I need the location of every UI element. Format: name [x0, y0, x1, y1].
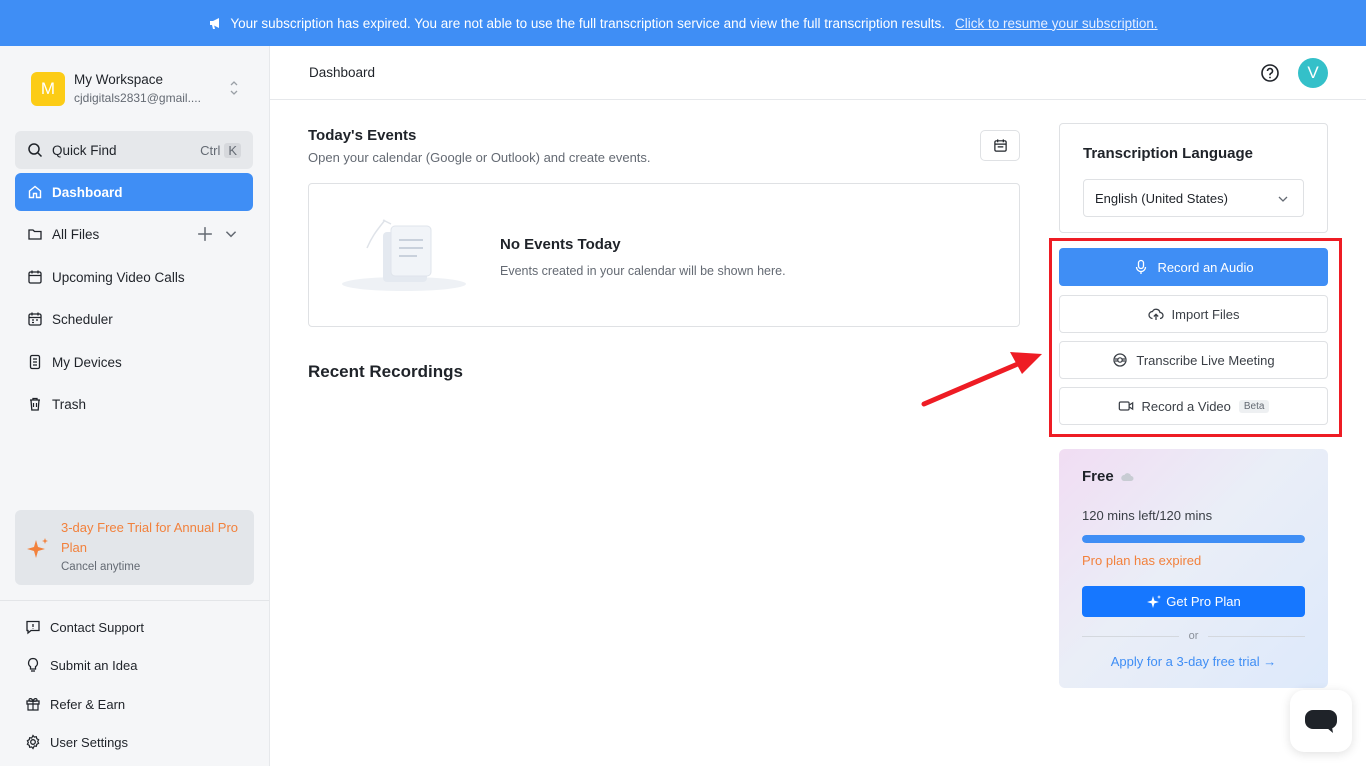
cloud-icon: [1120, 472, 1134, 481]
sparkle-icon: [1147, 594, 1162, 608]
sidebar-item-contact-support[interactable]: Contact Support: [25, 614, 144, 640]
sidebar-item-label: Upcoming Video Calls: [52, 269, 185, 285]
search-icon: [28, 143, 43, 158]
sidebar-item-dashboard[interactable]: Dashboard: [15, 173, 253, 211]
subscription-banner: Your subscription has expired. You are n…: [0, 0, 1366, 46]
banner-message: Your subscription has expired. You are n…: [230, 15, 946, 31]
trash-icon: [30, 397, 40, 411]
sparkle-icon: [27, 538, 48, 558]
no-events-subtitle: Events created in your calendar will be …: [500, 264, 786, 278]
chevron-down-icon[interactable]: [223, 226, 239, 242]
scheduler-icon: [28, 312, 42, 326]
workspace-name: My Workspace: [74, 72, 164, 87]
sidebar-item-label: Dashboard: [52, 184, 123, 200]
sidebar-item-label: Scheduler: [52, 311, 113, 327]
sidebar-item-scheduler[interactable]: Scheduler: [15, 300, 253, 338]
minutes-remaining: 120 mins left/120 mins: [1082, 508, 1213, 523]
plan-expired-text: Pro plan has expired: [1082, 553, 1202, 568]
empty-events-illustration: [342, 219, 466, 291]
chevron-down-icon: [1278, 196, 1288, 202]
user-avatar[interactable]: V: [1298, 58, 1328, 88]
transcription-language-card: Transcription Language English (United S…: [1059, 123, 1328, 233]
annotation-highlight-box: [1049, 238, 1342, 437]
sidebar-item-label: My Devices: [52, 354, 122, 370]
lightbulb-icon: [27, 657, 39, 672]
sidebar-item-trash[interactable]: Trash: [15, 385, 253, 423]
events-title: Today's Events: [308, 127, 417, 144]
support-icon: [26, 620, 40, 635]
calendar-icon: [993, 139, 1007, 152]
sidebar-item-my-devices[interactable]: My Devices: [15, 343, 253, 381]
chat-icon: [1305, 710, 1337, 733]
shortcut-ctrl: Ctrl: [200, 142, 221, 158]
get-pro-plan-label: Get Pro Plan: [1166, 594, 1241, 609]
megaphone-icon: [210, 18, 220, 29]
arrow-right-icon: →: [1263, 654, 1277, 669]
settings-icon: [26, 734, 40, 750]
open-calendar-button[interactable]: [980, 130, 1020, 161]
events-panel: No Events Today Events created in your c…: [308, 183, 1020, 327]
sidebar-item-label: Contact Support: [50, 619, 144, 635]
language-selected: English (United States): [1095, 190, 1228, 206]
free-trial-promo[interactable]: 3-day Free Trial for Annual Pro Plan Can…: [15, 510, 254, 585]
plus-icon[interactable]: [197, 226, 213, 242]
sidebar-item-refer-earn[interactable]: Refer & Earn: [25, 691, 125, 717]
gift-icon: [26, 698, 40, 711]
page-title: Dashboard: [309, 65, 376, 80]
quick-find-label: Quick Find: [52, 142, 117, 158]
sidebar-item-label: Submit an Idea: [50, 657, 138, 673]
minutes-progress-fill: [1082, 535, 1305, 543]
top-header: Dashboard V: [270, 46, 1366, 100]
language-select[interactable]: English (United States): [1083, 179, 1304, 217]
trial-subtitle: Cancel anytime: [61, 561, 141, 573]
language-title: Transcription Language: [1083, 145, 1254, 162]
no-events-title: No Events Today: [500, 236, 621, 253]
workspace-email: cjdigitals2831@gmail....: [74, 91, 201, 105]
events-subtitle: Open your calendar (Google or Outlook) a…: [308, 150, 651, 165]
sidebar-item-label: Refer & Earn: [50, 696, 126, 712]
or-label: or: [1188, 630, 1199, 642]
calendar-icon: [28, 270, 42, 284]
folder-icon: [28, 229, 42, 240]
sidebar-item-submit-idea[interactable]: Submit an Idea: [25, 652, 137, 678]
device-icon: [29, 354, 41, 370]
chat-support-button[interactable]: [1290, 690, 1352, 752]
sidebar-item-label: Trash: [52, 396, 87, 412]
help-icon[interactable]: [1260, 63, 1280, 83]
sidebar-item-upcoming-video-calls[interactable]: Upcoming Video Calls: [15, 258, 253, 296]
workspace-avatar: M: [31, 72, 65, 106]
resume-subscription-link[interactable]: Click to resume your subscription.: [955, 16, 1158, 31]
quick-find-button[interactable]: Quick Find Ctrl K: [15, 131, 253, 169]
or-divider: or: [1082, 630, 1305, 642]
plan-card: Free 120 mins left/120 mins Pro plan has…: [1059, 449, 1328, 688]
free-trial-link[interactable]: Apply for a 3-day free trial →: [1059, 654, 1328, 669]
sidebar-item-all-files[interactable]: All Files: [15, 215, 253, 253]
sidebar: M My Workspace cjdigitals2831@gmail.... …: [0, 46, 270, 766]
home-icon: [28, 185, 42, 199]
trial-title: 3-day Free Trial for Annual Pro Plan: [61, 520, 239, 555]
shortcut-k: K: [224, 142, 241, 158]
recent-recordings-title: Recent Recordings: [308, 362, 463, 381]
annotation-arrow-icon: [921, 352, 1042, 407]
chevron-updown-icon: [230, 81, 238, 95]
sidebar-item-user-settings[interactable]: User Settings: [25, 729, 128, 755]
plan-name: Free: [1082, 468, 1114, 485]
sidebar-divider: [0, 600, 269, 601]
minutes-progress-bar: [1082, 535, 1305, 543]
workspace-switcher[interactable]: M My Workspace cjdigitals2831@gmail....: [31, 71, 251, 107]
sidebar-item-label: User Settings: [50, 734, 129, 750]
free-trial-link-label: Apply for a 3-day free trial: [1110, 654, 1260, 669]
sidebar-item-label: All Files: [52, 226, 100, 242]
get-pro-plan-button[interactable]: Get Pro Plan: [1082, 586, 1305, 617]
